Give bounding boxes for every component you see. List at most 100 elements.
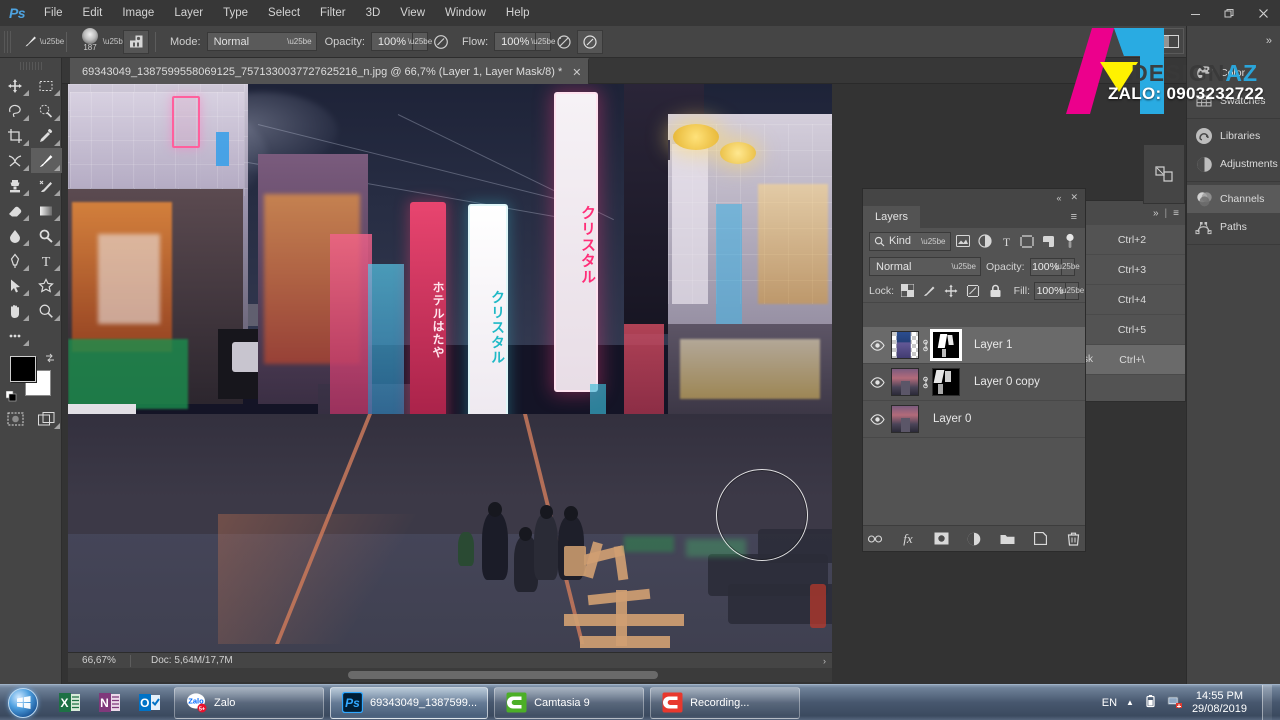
- eraser-tool[interactable]: [0, 198, 31, 223]
- clone-stamp-tool[interactable]: [0, 173, 31, 198]
- menu-type[interactable]: Type: [213, 0, 258, 26]
- foreground-color-swatch[interactable]: [9, 356, 36, 382]
- zoom-level[interactable]: 66,67%: [68, 655, 130, 666]
- search-icon[interactable]: [1126, 28, 1152, 54]
- edit-toolbar-button[interactable]: [0, 323, 31, 348]
- blur-tool[interactable]: [0, 223, 31, 248]
- filter-adjustment-icon[interactable]: [976, 232, 993, 251]
- tab-layers[interactable]: Layers: [863, 206, 921, 228]
- opacity-value[interactable]: 100%: [370, 32, 413, 51]
- menu-edit[interactable]: Edit: [73, 0, 113, 26]
- clock[interactable]: 14:55 PM 29/08/2019: [1192, 690, 1247, 716]
- menu-file[interactable]: File: [34, 0, 73, 26]
- collapse-icon[interactable]: «: [1056, 193, 1061, 203]
- layer-name[interactable]: Layer 1: [974, 339, 1012, 351]
- move-tool[interactable]: [0, 73, 31, 98]
- path-selection-tool[interactable]: [0, 273, 31, 298]
- artboard[interactable]: クリスタル クリスタル ホテルはたや: [68, 84, 832, 652]
- layer-thumbnail[interactable]: [891, 405, 919, 433]
- menu-help[interactable]: Help: [496, 0, 540, 26]
- zoom-tool[interactable]: [31, 298, 62, 323]
- layer-opacity-control[interactable]: 100% \u25be: [1029, 257, 1080, 276]
- panel-menu-icon[interactable]: ≡: [1173, 208, 1179, 219]
- dock-item-adjustments[interactable]: Adjustments: [1187, 150, 1280, 178]
- layer-row[interactable]: Layer 0: [863, 401, 1085, 438]
- opacity-pressure-icon[interactable]: [428, 30, 454, 54]
- layer-mask-thumbnail[interactable]: [932, 368, 960, 396]
- layer-thumbnail[interactable]: [891, 331, 919, 359]
- taskbar-item-recording[interactable]: Recording...: [650, 686, 801, 719]
- menu-select[interactable]: Select: [258, 0, 310, 26]
- close-icon[interactable]: ✕: [1070, 192, 1078, 203]
- layer-name[interactable]: Layer 0 copy: [974, 376, 1040, 388]
- dodge-tool[interactable]: [31, 223, 62, 248]
- menu-layer[interactable]: Layer: [164, 0, 213, 26]
- layer-visibility-icon[interactable]: [863, 327, 891, 364]
- status-expand-icon[interactable]: ›: [823, 656, 832, 666]
- brush-panel-toggle-icon[interactable]: [123, 29, 149, 54]
- layer-row[interactable]: Layer 1: [863, 327, 1085, 364]
- blend-mode-select[interactable]: Normal \u25be: [206, 32, 317, 51]
- document-window[interactable]: クリスタル クリスタル ホテルはたや: [68, 84, 832, 668]
- channel-row[interactable]: Ctrl+3: [1079, 255, 1185, 285]
- dock-item-channels[interactable]: Channels: [1187, 185, 1280, 213]
- taskbar-excel-icon[interactable]: X: [50, 687, 88, 719]
- panel-menu-icon[interactable]: ≡: [1071, 206, 1085, 228]
- taskbar-outlook-icon[interactable]: O: [130, 687, 168, 719]
- brush-preset-caret-icon[interactable]: \u25be: [40, 30, 64, 54]
- show-desktop-button[interactable]: [1262, 684, 1272, 720]
- tools-panel-grip[interactable]: [19, 62, 42, 70]
- link-layers-button[interactable]: [867, 531, 883, 547]
- lock-artboard-nesting-icon[interactable]: [964, 282, 982, 300]
- layer-style-button[interactable]: fx: [900, 531, 916, 547]
- menu-image[interactable]: Image: [112, 0, 164, 26]
- start-button[interactable]: [0, 686, 46, 720]
- filter-smartobject-icon[interactable]: [1040, 232, 1057, 251]
- layer-fill-control[interactable]: 100% \u25be: [1034, 281, 1084, 300]
- hand-tool[interactable]: [0, 298, 31, 323]
- chevron-down-icon[interactable]: \u25be: [1055, 257, 1080, 276]
- lock-all-icon[interactable]: [986, 282, 1004, 300]
- brush-settings-caret-icon[interactable]: \u25be: [103, 30, 127, 54]
- filter-pixel-icon[interactable]: [955, 232, 972, 251]
- menu-view[interactable]: View: [390, 0, 435, 26]
- battery-icon[interactable]: [1143, 694, 1158, 712]
- add-layer-mask-button[interactable]: [933, 531, 949, 547]
- channel-row[interactable]: Ctrl+5: [1079, 315, 1185, 345]
- expand-panels-icon[interactable]: »: [1266, 35, 1272, 47]
- channel-row[interactable]: Ctrl+4: [1079, 285, 1185, 315]
- layer-link-icon[interactable]: [919, 339, 932, 352]
- channel-row[interactable]: Ctrl+2: [1079, 225, 1185, 255]
- lock-transparent-pixels-icon[interactable]: [898, 282, 916, 300]
- delete-layer-button[interactable]: [1065, 531, 1081, 547]
- close-icon[interactable]: ✕: [572, 66, 581, 79]
- layers-list[interactable]: Layer 1 Layer 0 copy Layer 0: [863, 327, 1085, 513]
- dock-item-paths[interactable]: Paths: [1187, 213, 1280, 241]
- airbrush-icon[interactable]: [551, 30, 577, 54]
- crop-tool[interactable]: [0, 123, 31, 148]
- taskbar-onenote-icon[interactable]: N: [90, 687, 128, 719]
- channels-panel[interactable]: » | ≡ Ctrl+2 Ctrl+3 Ctrl+4 Ctrl+5 sk Ctr…: [1078, 200, 1186, 402]
- opacity-chevron-icon[interactable]: \u25be: [408, 32, 432, 51]
- brush-size-preview[interactable]: 187: [73, 27, 107, 57]
- horizontal-scroll-thumb[interactable]: [348, 671, 658, 679]
- flow-value[interactable]: 100%: [494, 32, 537, 51]
- language-indicator[interactable]: EN: [1102, 697, 1117, 709]
- layer-row[interactable]: Layer 0 copy: [863, 364, 1085, 401]
- layer-name[interactable]: Layer 0: [933, 413, 971, 425]
- arrange-documents-icon[interactable]: [1158, 28, 1184, 54]
- lasso-tool[interactable]: [0, 98, 31, 123]
- taskbar-item-zalo[interactable]: Zalo 5+ Zalo: [174, 686, 324, 719]
- horizontal-type-tool[interactable]: T: [31, 248, 62, 273]
- new-group-button[interactable]: [999, 531, 1015, 547]
- gradient-tool[interactable]: [31, 198, 62, 223]
- quick-selection-tool[interactable]: [31, 98, 62, 123]
- layer-visibility-icon[interactable]: [863, 364, 891, 401]
- filter-toggle-icon[interactable]: [1062, 232, 1079, 251]
- brush-tool[interactable]: [30, 148, 62, 173]
- custom-shape-tool[interactable]: [31, 273, 62, 298]
- filter-kind-select[interactable]: Kind \u25be: [869, 231, 951, 251]
- show-hidden-icons-icon[interactable]: ▲: [1126, 698, 1134, 707]
- options-bar-grip[interactable]: [4, 30, 12, 53]
- chevron-down-icon[interactable]: \u25be: [1060, 281, 1084, 300]
